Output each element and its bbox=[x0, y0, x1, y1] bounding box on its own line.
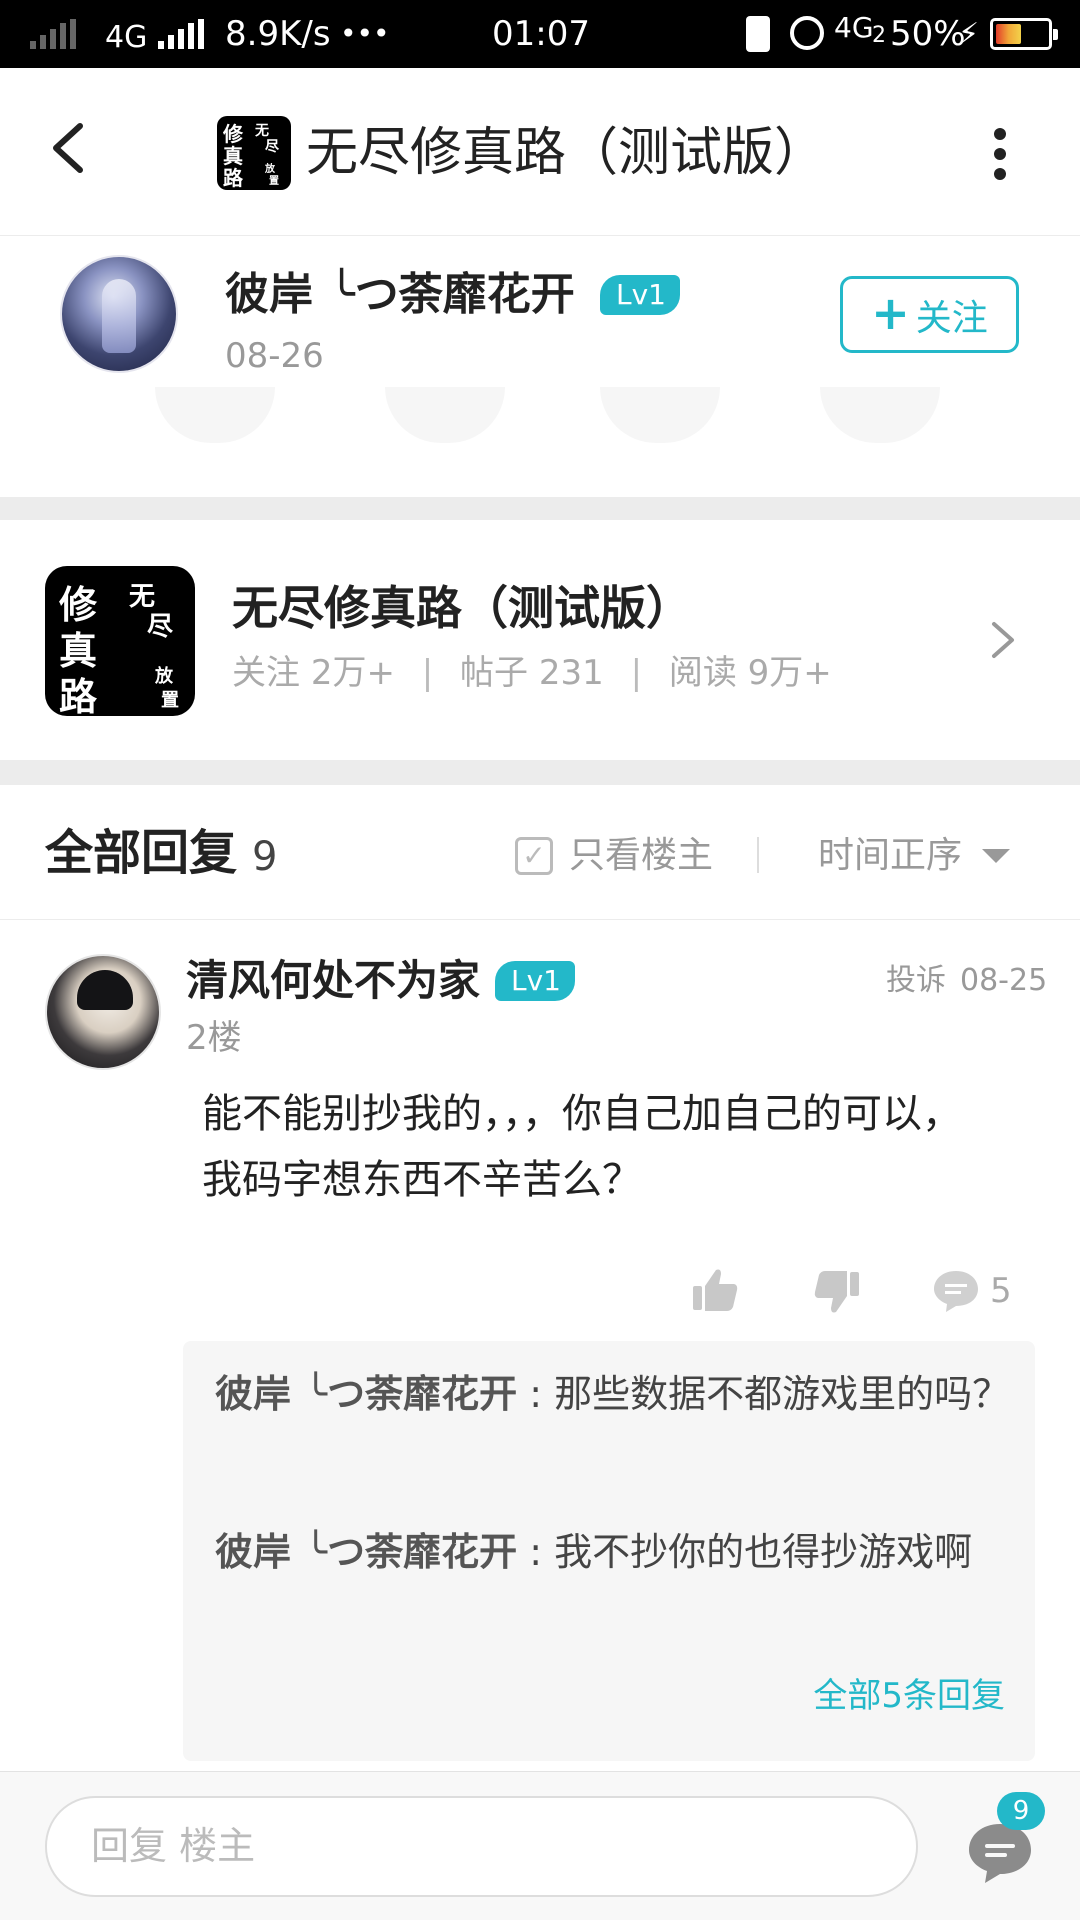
image-peek bbox=[820, 387, 940, 443]
follow-label: 关注 bbox=[915, 297, 988, 339]
app-header: 修 真 路 无 尽 放 置 无尽修真路（测试版） bbox=[0, 68, 1080, 236]
more-notifications: ••• bbox=[340, 17, 390, 50]
network-type: 4G bbox=[105, 20, 148, 55]
image-peek bbox=[600, 387, 720, 443]
sub-reply-text: 那些数据不都游戏里的吗？ bbox=[554, 1372, 1011, 1416]
image-peek bbox=[385, 387, 505, 443]
forum-stats: 关注 2万+ | 帖子 231 | 阅读 9万+ bbox=[232, 653, 832, 693]
comment-icon bbox=[934, 1271, 978, 1312]
author-name[interactable]: 彼岸 ╰つ荼靡花开 bbox=[225, 265, 575, 325]
like-button[interactable] bbox=[690, 1251, 740, 1331]
battery-saver-icon bbox=[746, 16, 770, 52]
back-icon[interactable] bbox=[40, 118, 100, 178]
replies-header: 全部回复 9 ✓ 只看楼主 时间正序 bbox=[0, 785, 1080, 920]
charging-icon: ⚡ bbox=[958, 17, 980, 52]
sub-reply[interactable]: 彼岸 ╰つ荼靡花开 : 那些数据不都游戏里的吗？ bbox=[215, 1361, 1015, 1427]
stat-reads-value: 9万+ bbox=[747, 653, 832, 693]
only-owner-toggle[interactable]: ✓ 只看楼主 bbox=[515, 829, 713, 883]
view-all-replies-link[interactable]: 全部5条回复 bbox=[813, 1671, 1005, 1721]
replies-count: 9 bbox=[252, 834, 278, 880]
reply-date: 08-25 bbox=[960, 963, 1048, 998]
battery-icon bbox=[990, 18, 1058, 50]
reply-input[interactable]: 回复 楼主 bbox=[45, 1796, 918, 1897]
clock: 01:07 bbox=[492, 14, 590, 54]
sub-reply-text: 我不抄你的也得抄游戏啊 bbox=[554, 1530, 973, 1574]
stat-reads-label: 阅读 bbox=[668, 653, 737, 693]
network-speed: 8.9K/s bbox=[225, 14, 331, 54]
sim-index: 2 bbox=[872, 23, 886, 48]
follow-button[interactable]: + 关注 bbox=[840, 276, 1019, 353]
sub-reply-author: 彼岸 ╰つ荼靡花开 bbox=[215, 1530, 518, 1574]
post-author-row: 彼岸 ╰つ荼靡花开 Lv1 08-26 + 关注 bbox=[0, 237, 1080, 497]
stat-posts-label: 帖子 bbox=[460, 653, 529, 693]
sort-label: 时间正序 bbox=[818, 835, 963, 876]
sub-replies: 彼岸 ╰つ荼靡花开 : 那些数据不都游戏里的吗？ 彼岸 ╰つ荼靡花开 : 我不抄… bbox=[183, 1341, 1035, 1761]
stat-follow-value: 2万+ bbox=[310, 653, 395, 693]
forum-logo: 修 真 路 无 尽 放 置 bbox=[45, 566, 195, 719]
sub-reply-separator: : bbox=[529, 1372, 543, 1416]
thumbs-up-icon bbox=[693, 1269, 738, 1311]
author-avatar[interactable] bbox=[60, 255, 178, 373]
sub-reply-author: 彼岸 ╰つ荼靡花开 bbox=[215, 1372, 518, 1416]
bottom-bar: 回复 楼主 9 bbox=[0, 1771, 1080, 1920]
floor-number: 2楼 bbox=[186, 1018, 242, 1058]
comment-button[interactable]: 5 bbox=[932, 1251, 1012, 1331]
replies-title: 全部回复 bbox=[45, 825, 238, 881]
message-count-badge: 9 bbox=[997, 1792, 1045, 1830]
signal-strength-icon bbox=[158, 0, 204, 68]
sub-reply[interactable]: 彼岸 ╰つ荼靡花开 : 我不抄你的也得抄游戏啊 bbox=[215, 1519, 1015, 1585]
more-options-icon[interactable] bbox=[980, 124, 1020, 184]
replier-avatar[interactable] bbox=[45, 954, 161, 1070]
replier-name[interactable]: 清风何处不为家 bbox=[186, 951, 480, 1011]
status-bar: 4G 8.9K/s ••• 01:07 4G 2 50% ⚡ bbox=[0, 0, 1080, 68]
section-divider bbox=[0, 760, 1080, 785]
image-peek bbox=[155, 387, 275, 443]
reply-content: 能不能别抄我的，，，你自己加自己的可以，我码字想东西不辛苦么？ bbox=[202, 1091, 962, 1203]
only-owner-label: 只看楼主 bbox=[569, 835, 714, 876]
checkbox-icon[interactable]: ✓ bbox=[515, 837, 553, 875]
sub-reply-separator: : bbox=[529, 1530, 543, 1574]
chevron-right-icon bbox=[992, 622, 1014, 658]
network-type-2: 4G bbox=[834, 11, 874, 44]
thumbs-down-icon bbox=[814, 1271, 859, 1313]
dislike-button[interactable] bbox=[812, 1251, 862, 1331]
caret-down-icon bbox=[982, 849, 1011, 863]
author-level-badge: Lv1 bbox=[600, 275, 680, 315]
replier-level-badge: Lv1 bbox=[495, 961, 575, 1001]
reply-item: 清风何处不为家 Lv1 投诉 08-25 2楼 能不能别抄我的，，，你自己加自己… bbox=[0, 921, 1080, 1771]
section-divider bbox=[0, 497, 1080, 520]
reply-actions: 5 bbox=[0, 1251, 1080, 1331]
stat-follow-label: 关注 bbox=[232, 653, 300, 693]
sort-dropdown[interactable]: 时间正序 bbox=[818, 829, 1011, 883]
plus-icon: + bbox=[871, 285, 910, 340]
comment-count: 5 bbox=[990, 1271, 1012, 1311]
forum-name: 无尽修真路（测试版） bbox=[232, 581, 692, 635]
header-separator bbox=[757, 837, 759, 873]
forum-card[interactable]: 修 真 路 无 尽 放 置 无尽修真路（测试版） 关注 2万+ | 帖子 231… bbox=[0, 520, 1080, 760]
signal-icon bbox=[30, 0, 76, 68]
alarm-icon bbox=[790, 16, 824, 50]
forum-logo-small: 修 真 路 无 尽 放 置 bbox=[217, 116, 291, 190]
report-link[interactable]: 投诉 bbox=[886, 961, 946, 1001]
page-title: 无尽修真路（测试版） bbox=[306, 123, 827, 183]
stat-posts-value: 231 bbox=[538, 653, 604, 693]
post-date: 08-26 bbox=[225, 336, 324, 376]
battery-percent: 50% bbox=[890, 14, 966, 54]
